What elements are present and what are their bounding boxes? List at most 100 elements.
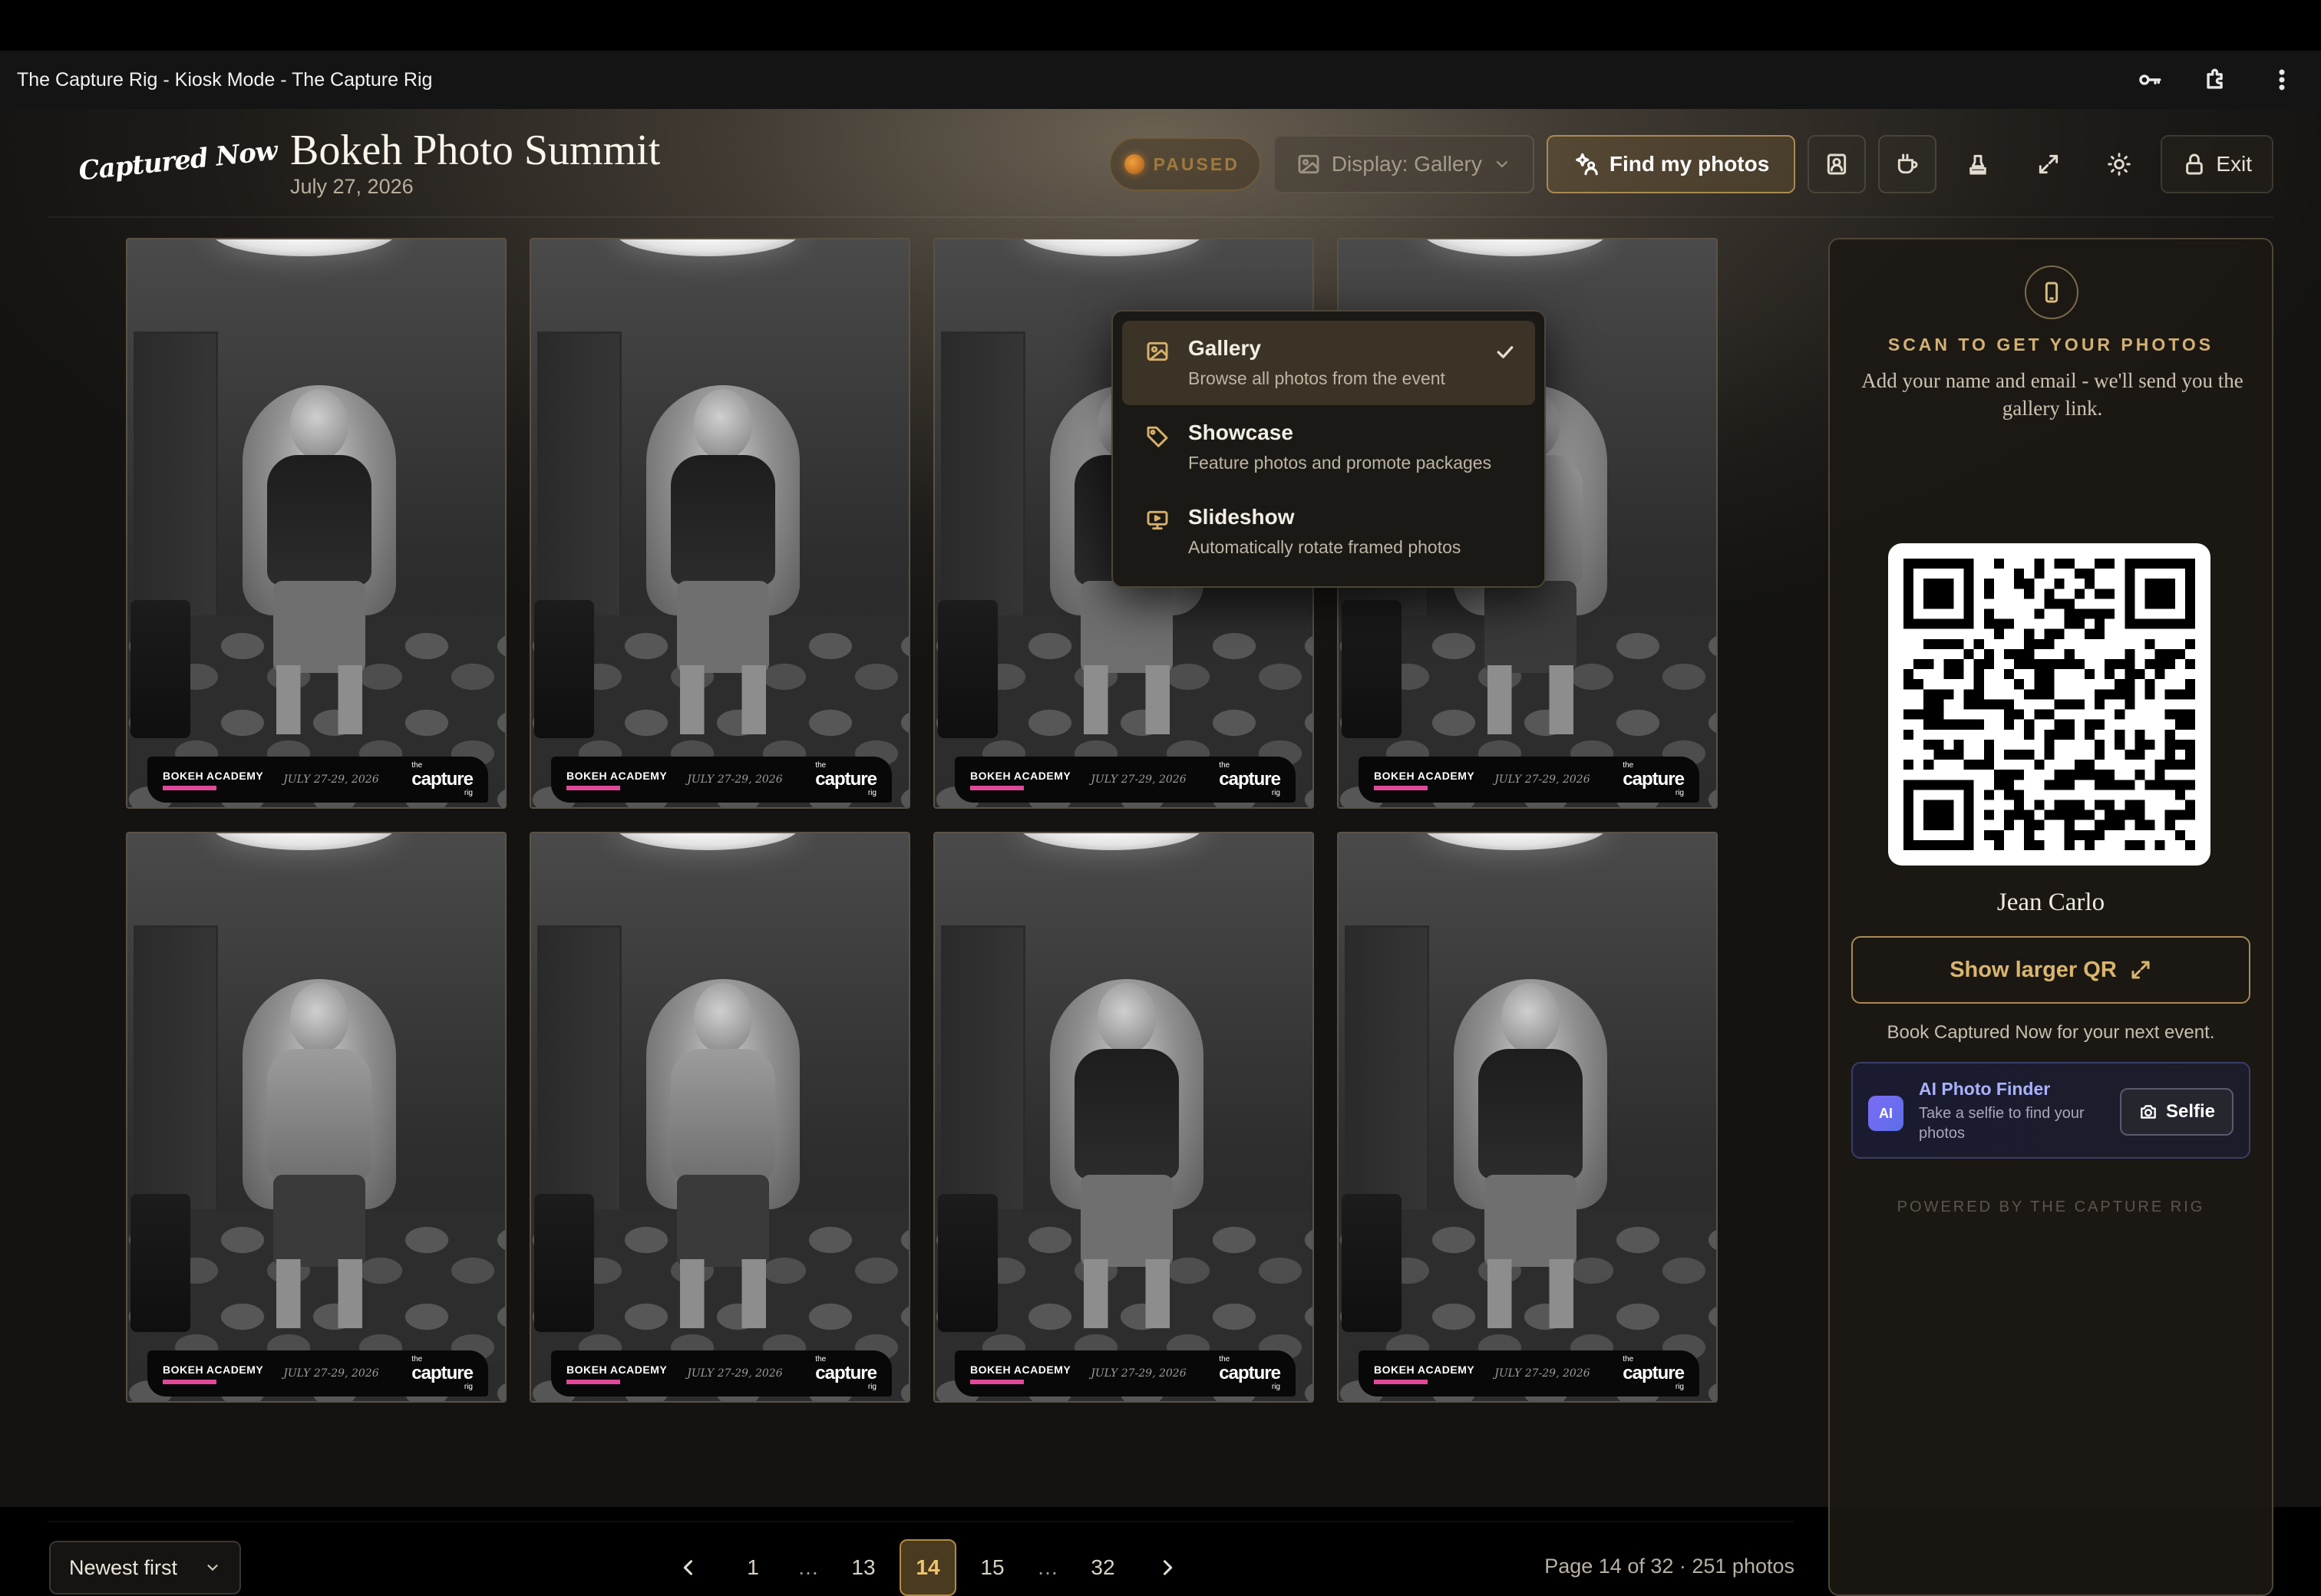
menu-item-description: Browse all photos from the event: [1188, 368, 1445, 388]
page-button[interactable]: 13: [835, 1539, 892, 1596]
ai-finder-description: Take a selfie to find your photos: [1919, 1105, 2085, 1142]
tag-icon: [1145, 424, 1170, 448]
qr-code-image: [1903, 559, 2195, 850]
photo-card[interactable]: BOKEH ACADEMY JULY 27-29, 2026 the capture r…: [1337, 832, 1718, 1403]
banner-brand-prefix: the: [1623, 1355, 1634, 1364]
more-menu-icon[interactable]: [2260, 58, 2304, 102]
banner-brand-name: capture: [1623, 1363, 1685, 1383]
banner-brand: the capture rig: [1219, 762, 1281, 797]
photo-card[interactable]: BOKEH ACADEMY JULY 27-29, 2026 the capture r…: [126, 238, 507, 809]
banner-brand-name: capture: [1623, 769, 1685, 790]
photo-card[interactable]: BOKEH ACADEMY JULY 27-29, 2026 the capture r…: [933, 832, 1314, 1403]
banner-brand-name: capture: [815, 769, 877, 790]
banner-date: JULY 27-29, 2026: [1494, 773, 1590, 786]
qr-panel: SCAN TO GET YOUR PHOTOS Add your name an…: [1828, 238, 2273, 1596]
photo-card[interactable]: BOKEH ACADEMY JULY 27-29, 2026 the capture r…: [530, 832, 910, 1403]
kiosk-app: Captured Now Bokeh Photo Summit July 27,…: [0, 109, 2321, 1596]
banner-brand: the capture rig: [815, 762, 877, 797]
display-mode-label: Display: Gallery: [1331, 152, 1482, 176]
banner-date: JULY 27-29, 2026: [283, 1367, 379, 1380]
sparkles-person-icon: [1575, 153, 1598, 176]
banner-date: JULY 27-29, 2026: [1494, 1367, 1590, 1380]
photo-banner: BOKEH ACADEMY JULY 27-29, 2026 the capture r…: [1359, 1350, 1699, 1396]
find-my-photos-button[interactable]: Find my photos: [1546, 135, 1796, 193]
fullscreen-button[interactable]: [2019, 135, 2078, 193]
banner-date: JULY 27-29, 2026: [1091, 1367, 1187, 1380]
banner-brand-suffix: rig: [867, 1383, 877, 1391]
photo-subject: [250, 983, 388, 1336]
page-button[interactable]: 1: [725, 1539, 781, 1596]
powered-by: POWERED BY THE CAPTURE RIG: [1897, 1199, 2205, 1215]
photo-case: [130, 600, 190, 738]
status-dot-icon: [1124, 154, 1144, 174]
contact-card-icon: [1827, 153, 1847, 175]
banner-brand-name: capture: [1219, 1363, 1281, 1383]
sort-select-value: Newest first: [69, 1555, 178, 1579]
menu-item-slideshow[interactable]: Slideshow Automatically rotate framed ph…: [1122, 490, 1535, 574]
menu-item-description: Automatically rotate framed photos: [1188, 537, 1461, 557]
scan-heading: SCAN TO GET YOUR PHOTOS: [1887, 335, 2214, 354]
stamp-icon: [1969, 154, 1987, 175]
sort-select[interactable]: Newest first: [49, 1541, 241, 1594]
key-icon[interactable]: [2128, 58, 2172, 102]
banner-brand-prefix: the: [1219, 1355, 1230, 1364]
banner-org: BOKEH ACADEMY: [163, 1363, 264, 1376]
banner-brand-suffix: rig: [867, 789, 877, 797]
exit-button[interactable]: Exit: [2161, 135, 2273, 193]
banner-brand-name: capture: [411, 1363, 474, 1383]
booking-promo: Book Captured Now for your next event.: [1887, 1022, 2215, 1043]
stamp-button[interactable]: [1949, 135, 2007, 193]
banner-brand: the capture rig: [411, 762, 474, 797]
banner-brand: the capture rig: [411, 1356, 474, 1391]
show-larger-qr-button[interactable]: Show larger QR: [1851, 936, 2250, 1004]
next-page-button[interactable]: [1139, 1539, 1196, 1596]
os-menu-bar: [0, 0, 2321, 51]
banner-org: BOKEH ACADEMY: [970, 1363, 1071, 1376]
photo-case: [938, 600, 998, 738]
banner-brand-suffix: rig: [464, 1383, 473, 1391]
browser-titlebar: The Capture Rig - Kiosk Mode - The Captu…: [0, 51, 2321, 109]
banner-date: JULY 27-29, 2026: [283, 773, 379, 786]
extensions-icon[interactable]: [2194, 58, 2238, 102]
photo-door: [537, 331, 622, 623]
kiosk-header: Captured Now Bokeh Photo Summit July 27,…: [48, 109, 2273, 218]
banner-brand: the capture rig: [815, 1355, 877, 1391]
lock-icon: [2186, 153, 2204, 175]
banner-org: BOKEH ACADEMY: [566, 1363, 668, 1376]
photo-banner: BOKEH ACADEMY JULY 27-29, 2026 the capture r…: [147, 1350, 488, 1396]
prev-page-button[interactable]: [660, 1539, 717, 1596]
banner-brand-name: capture: [815, 1363, 877, 1383]
page-button[interactable]: 14: [900, 1539, 956, 1596]
chevron-left-icon: [683, 1560, 693, 1575]
photo-case: [938, 1194, 998, 1332]
photo-card[interactable]: BOKEH ACADEMY JULY 27-29, 2026 the capture r…: [530, 238, 910, 809]
page-button[interactable]: 15: [964, 1539, 1021, 1596]
photo-card[interactable]: BOKEH ACADEMY JULY 27-29, 2026 the capture r…: [126, 832, 507, 1403]
selfie-label: Selfie: [2165, 1101, 2216, 1122]
pagination: 1 … 13 14 15 … 32: [660, 1539, 1203, 1596]
photo-banner: BOKEH ACADEMY JULY 27-29, 2026 the capture r…: [955, 757, 1296, 803]
banner-date: JULY 27-29, 2026: [1091, 773, 1187, 786]
page-button[interactable]: 32: [1075, 1539, 1131, 1596]
photo-door: [537, 925, 622, 1217]
paused-status-pill[interactable]: PAUSED: [1108, 137, 1261, 191]
selfie-button[interactable]: Selfie: [2120, 1088, 2234, 1136]
display-mode-menu: Gallery Browse all photos from the event…: [1111, 310, 1546, 588]
banner-org: BOKEH ACADEMY: [163, 769, 264, 782]
footer-divider: [48, 1521, 1794, 1522]
menu-item-showcase[interactable]: Showcase Feature photos and promote pack…: [1122, 405, 1535, 490]
theme-toggle-button[interactable]: [2090, 135, 2148, 193]
presentation-icon: [1145, 508, 1170, 533]
display-mode-select[interactable]: Display: Gallery: [1273, 135, 1534, 193]
banner-brand-prefix: the: [815, 1355, 827, 1364]
ai-badge: AI: [1868, 1096, 1903, 1131]
coffee-break-button[interactable]: [1878, 135, 1937, 193]
photo-banner: BOKEH ACADEMY JULY 27-29, 2026 the capture r…: [551, 757, 892, 803]
banner-brand-name: capture: [1219, 769, 1281, 790]
page-ellipsis: …: [1037, 1555, 1058, 1579]
photo-subject: [250, 389, 388, 742]
menu-item-gallery[interactable]: Gallery Browse all photos from the event: [1122, 321, 1535, 405]
contact-card-button[interactable]: [1808, 135, 1867, 193]
chevron-down-icon: [207, 1565, 218, 1571]
photo-banner: BOKEH ACADEMY JULY 27-29, 2026 the capture r…: [551, 1350, 892, 1396]
